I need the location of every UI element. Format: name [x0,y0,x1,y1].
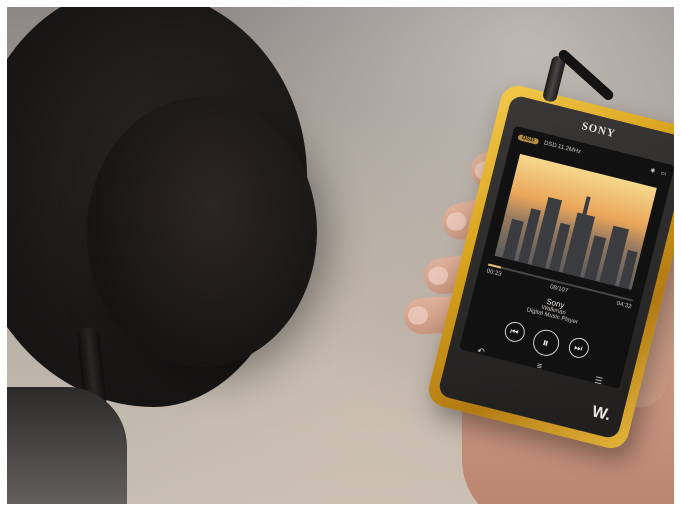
building-spire [582,196,591,215]
fingernail-2 [444,210,469,233]
bluetooth-icon: ✱ [649,167,656,175]
person-shoulder [7,387,127,504]
headphone-earcup [87,97,317,367]
previous-track-icon[interactable]: ⏮ [502,319,527,344]
fingernail-3 [426,265,450,286]
fingernail-4 [407,305,429,326]
total-time: 04:32 [615,300,632,311]
elapsed-time: 00:23 [485,268,502,278]
next-track-icon[interactable]: ⏭ [566,335,591,360]
playback-progress-fill [488,263,502,269]
status-text: DSD 11.2MHz [543,140,582,156]
pause-icon[interactable]: ⏸ [529,326,562,359]
track-index: 08/107 [549,284,569,295]
status-badge: DSD [517,133,539,145]
album-art [494,153,657,290]
photo-scene: SONY DSD DSD 11.2MHz ✱ ▭ 00:23 08/107 04… [7,7,674,504]
battery-icon: ▭ [660,170,668,178]
